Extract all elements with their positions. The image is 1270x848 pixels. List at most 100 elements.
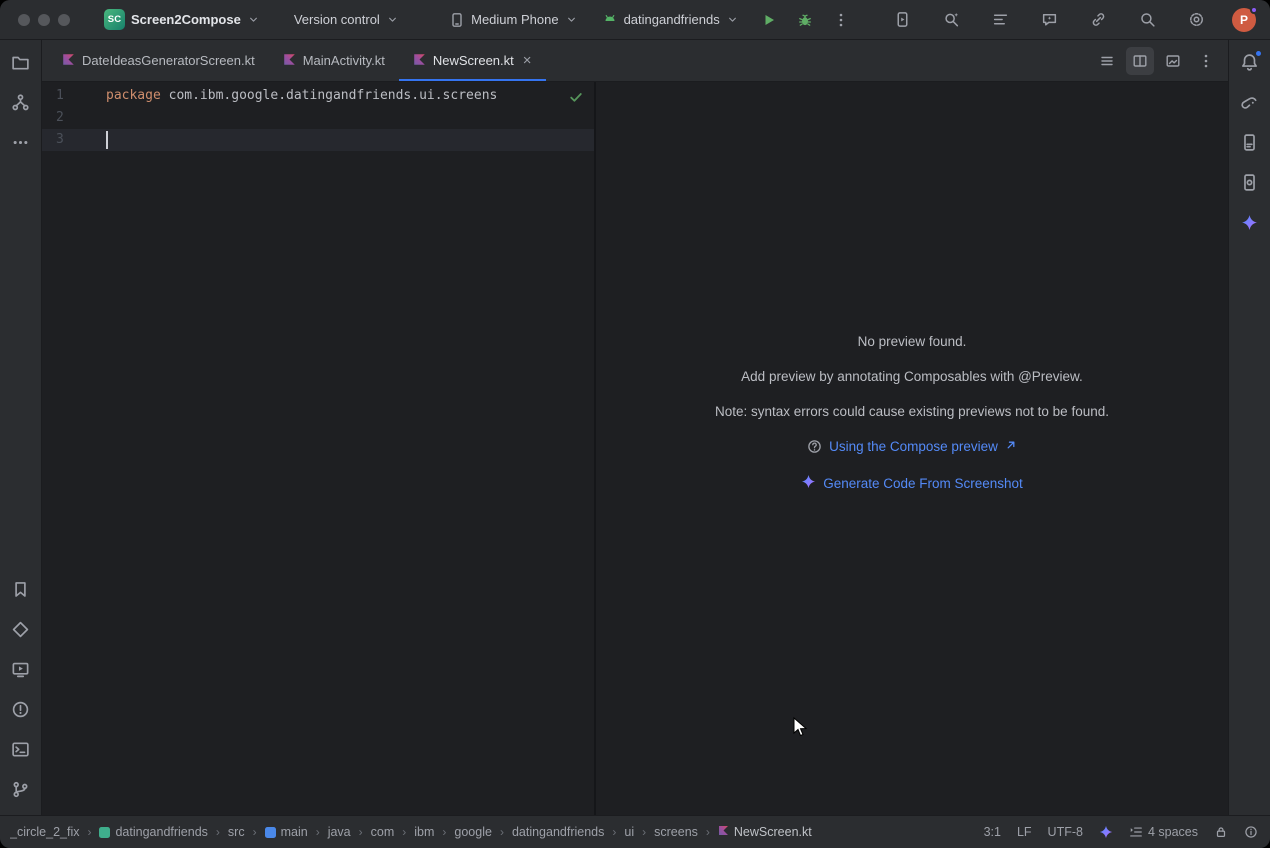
- android-studio-window: SC Screen2Compose Version control Medium…: [0, 0, 1270, 848]
- run-configuration-label: datingandfriends: [624, 12, 720, 27]
- device-explorer-icon[interactable]: [1234, 126, 1266, 158]
- chevron-down-icon: [726, 13, 739, 26]
- code-line: package com.ibm.google.datingandfriends.…: [106, 85, 594, 107]
- breadcrumb-item[interactable]: screens: [654, 825, 698, 839]
- code-editor[interactable]: 1 2 3 package com.ibm.google.datingandfr…: [42, 82, 596, 815]
- project-folder-icon[interactable]: [5, 46, 37, 78]
- breadcrumb-separator: ›: [359, 825, 363, 839]
- breadcrumb-item[interactable]: java: [328, 825, 351, 839]
- tab-label: DateIdeasGeneratorScreen.kt: [82, 53, 255, 68]
- breadcrumb-item[interactable]: google: [454, 825, 492, 839]
- run-toolbar: Medium Phone datingandfriends: [441, 5, 855, 34]
- more-actions-button[interactable]: [827, 6, 855, 34]
- run-configuration-selector[interactable]: datingandfriends: [594, 5, 747, 34]
- help-circle-icon: [807, 439, 822, 454]
- android-app-icon: [602, 10, 618, 29]
- problems-icon[interactable]: [5, 693, 37, 725]
- terminal-icon[interactable]: [5, 733, 37, 765]
- ai-chat-icon[interactable]: [1036, 6, 1064, 34]
- gemini-tool-icon[interactable]: [1234, 206, 1266, 238]
- breadcrumb-item-file[interactable]: NewScreen.kt: [718, 825, 812, 839]
- device-selector[interactable]: Medium Phone: [441, 7, 585, 33]
- diamond-icon[interactable]: [5, 613, 37, 645]
- link-icon[interactable]: [1085, 6, 1113, 34]
- bookmarks-icon[interactable]: [5, 573, 37, 605]
- tab-mainactivity[interactable]: MainActivity.kt: [269, 40, 399, 81]
- chevron-down-icon: [386, 13, 399, 26]
- breadcrumb-item[interactable]: datingandfriends: [99, 825, 207, 839]
- line-number: 1: [56, 85, 106, 107]
- phone-icon: [449, 12, 465, 28]
- user-avatar[interactable]: P: [1232, 8, 1256, 32]
- breadcrumb-separator: ›: [316, 825, 320, 839]
- design-view-icon[interactable]: [1159, 47, 1187, 75]
- settings-gear-icon[interactable]: [1183, 6, 1211, 34]
- structure-icon[interactable]: [5, 86, 37, 118]
- minimize-window-button[interactable]: [38, 14, 50, 26]
- code-line: [106, 129, 594, 151]
- generate-code-from-screenshot-link[interactable]: Generate Code From Screenshot: [823, 476, 1023, 491]
- version-control-icon[interactable]: [5, 773, 37, 805]
- window-controls: [18, 14, 70, 26]
- breadcrumb-item[interactable]: src: [228, 825, 245, 839]
- running-devices-tool-icon[interactable]: [5, 653, 37, 685]
- tab-dateideasgeneratorscreen[interactable]: DateIdeasGeneratorScreen.kt: [48, 40, 269, 81]
- titlebar: SC Screen2Compose Version control Medium…: [0, 0, 1270, 40]
- breadcrumb-item[interactable]: com: [371, 825, 395, 839]
- more-options-icon[interactable]: [1192, 47, 1220, 75]
- tab-newscreen[interactable]: NewScreen.kt ×: [399, 40, 546, 81]
- breadcrumb-item[interactable]: datingandfriends: [512, 825, 604, 839]
- line-number: 3: [56, 129, 106, 151]
- check-icon: [568, 89, 584, 105]
- titlebar-right-actions: P: [889, 6, 1260, 34]
- encoding-widget[interactable]: UTF-8: [1048, 825, 1083, 839]
- right-tool-stripe: [1228, 40, 1270, 815]
- gradle-icon[interactable]: [1234, 86, 1266, 118]
- caret-position-widget[interactable]: 3:1: [984, 825, 1001, 839]
- lock-icon[interactable]: [1214, 825, 1228, 839]
- editor-tabbar: DateIdeasGeneratorScreen.kt MainActivity…: [42, 40, 1228, 82]
- indent-widget[interactable]: 4 spaces: [1129, 825, 1198, 839]
- preview-note: Note: syntax errors could cause existing…: [715, 404, 1109, 419]
- breadcrumb-separator: ›: [500, 825, 504, 839]
- project-badge: SC: [104, 9, 125, 30]
- breadcrumb-item[interactable]: _circle_2_fix: [10, 825, 79, 839]
- breadcrumb-item[interactable]: ibm: [414, 825, 434, 839]
- breadcrumb-item[interactable]: ui: [624, 825, 634, 839]
- breadcrumb-separator: ›: [442, 825, 446, 839]
- code-view-icon[interactable]: [1093, 47, 1121, 75]
- indent-icon: [1129, 825, 1143, 839]
- breadcrumb-separator: ›: [87, 825, 91, 839]
- more-tool-windows-icon[interactable]: [5, 126, 37, 158]
- project-widget[interactable]: SC Screen2Compose: [96, 4, 268, 35]
- zoom-window-button[interactable]: [58, 14, 70, 26]
- notifications-bell-icon[interactable]: [1234, 46, 1266, 78]
- inspections-widget[interactable]: [568, 89, 584, 113]
- search-icon[interactable]: [1134, 6, 1162, 34]
- debug-button[interactable]: [791, 6, 819, 34]
- breadcrumb-item[interactable]: main: [265, 825, 308, 839]
- close-window-button[interactable]: [18, 14, 30, 26]
- code-line: [106, 107, 594, 129]
- breadcrumb-separator: ›: [402, 825, 406, 839]
- split-view-icon[interactable]: [1126, 47, 1154, 75]
- ai-status-star-icon[interactable]: [1099, 825, 1113, 839]
- info-circle-icon[interactable]: [1244, 825, 1258, 839]
- code-area[interactable]: package com.ibm.google.datingandfriends.…: [106, 85, 594, 815]
- breadcrumb-separator: ›: [612, 825, 616, 839]
- version-control-widget[interactable]: Version control: [286, 7, 407, 32]
- close-tab-icon[interactable]: ×: [523, 53, 532, 68]
- device-manager-icon[interactable]: [1234, 166, 1266, 198]
- logcat-icon[interactable]: [987, 6, 1015, 34]
- avatar-initial: P: [1240, 13, 1248, 27]
- line-separator-widget[interactable]: LF: [1017, 825, 1032, 839]
- breadcrumb-separator: ›: [642, 825, 646, 839]
- editor-gutter[interactable]: 1 2 3: [42, 85, 106, 815]
- running-devices-icon[interactable]: [889, 6, 917, 34]
- ai-search-icon[interactable]: [938, 6, 966, 34]
- statusbar-widgets: 3:1 LF UTF-8 4 spaces: [984, 825, 1258, 839]
- compose-preview-docs-link[interactable]: Using the Compose preview: [829, 439, 998, 454]
- run-button[interactable]: [755, 6, 783, 34]
- tab-label: MainActivity.kt: [303, 53, 385, 68]
- keyword-token: package: [106, 88, 161, 103]
